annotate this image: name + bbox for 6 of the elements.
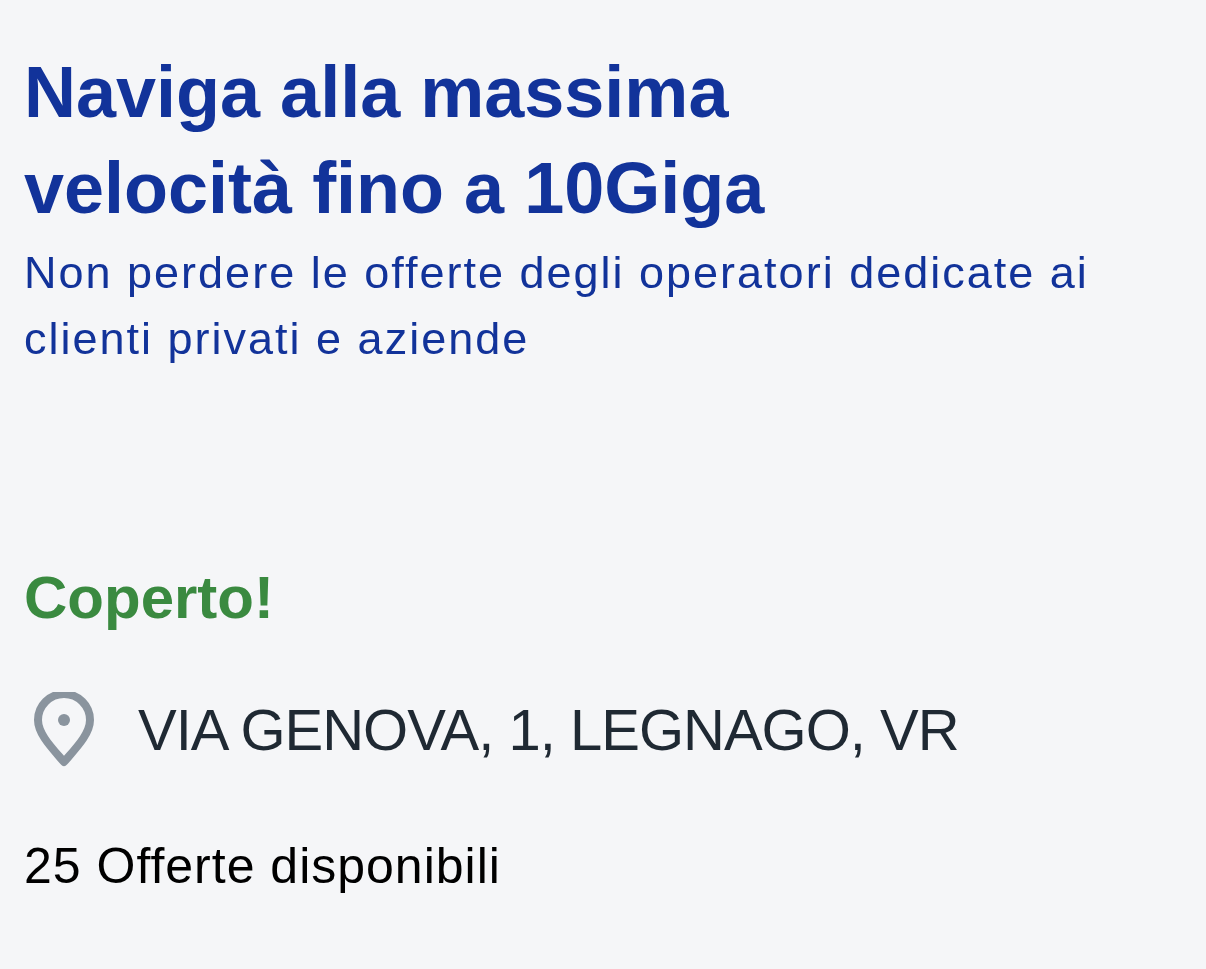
subtitle: Non perdere le offerte degli operatori dedicate ai clienti privati e aziende: [24, 246, 1090, 366]
location-pin-icon: [32, 692, 96, 768]
address: VIA GENOVA, 1, LEGNAGO, VR: [138, 696, 959, 764]
coverage-status: Coperto!: [24, 564, 274, 631]
offers-count: 25 Offerte disponibili: [24, 837, 502, 896]
headline: Naviga alla massima velocità fino a 10Giga: [24, 51, 766, 230]
